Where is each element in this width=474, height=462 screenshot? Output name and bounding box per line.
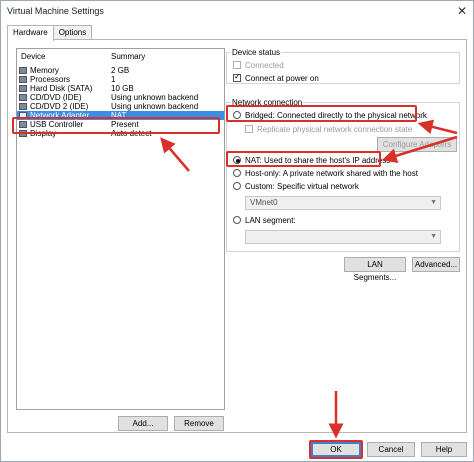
tab-hardware[interactable]: Hardware [7,25,54,41]
annotation-arrows [160,119,458,439]
virtual-machine-settings-window: Virtual Machine Settings ✕ Hardware Opti… [0,0,474,462]
arrow-to-nat [381,135,458,163]
arrow-to-bridged [417,119,458,135]
arrow-to-network-adapter [160,137,190,172]
